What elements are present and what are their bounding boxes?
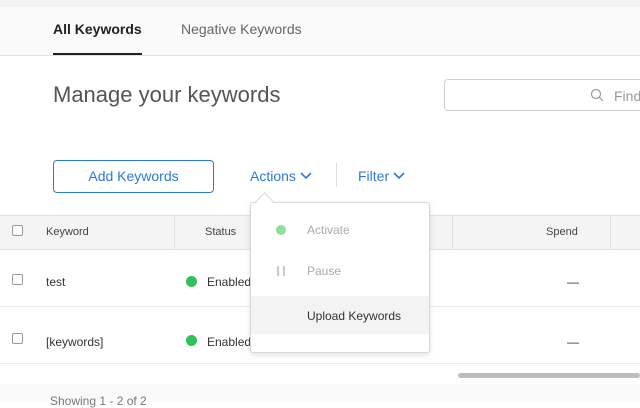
column-header-keyword[interactable]: Keyword <box>46 226 89 238</box>
menu-item-activate[interactable]: Activate <box>251 210 429 248</box>
column-header-spend[interactable]: Spend <box>546 226 578 238</box>
horizontal-scrollbar[interactable] <box>458 373 640 378</box>
tab-all-keywords[interactable]: All Keywords <box>53 21 142 55</box>
chevron-down-icon <box>393 172 405 180</box>
search-icon <box>590 88 604 102</box>
menu-item-label: Pause <box>307 264 342 278</box>
toolbar-divider <box>336 163 337 187</box>
row-checkbox[interactable] <box>12 333 23 344</box>
status-enabled-icon <box>186 276 197 287</box>
tab-negative-keywords[interactable]: Negative Keywords <box>181 21 302 37</box>
top-strip <box>0 0 640 7</box>
menu-item-label: Upload Keywords <box>307 309 402 323</box>
keyword-cell: test <box>46 275 66 289</box>
actions-label: Actions <box>250 168 296 184</box>
row-checkbox[interactable] <box>12 274 23 285</box>
column-divider <box>174 215 175 250</box>
active-dot-icon <box>276 225 286 235</box>
add-keywords-button[interactable]: Add Keywords <box>53 160 214 193</box>
column-divider <box>452 215 453 250</box>
filter-menu-button[interactable]: Filter <box>358 168 405 184</box>
tab-bar: All Keywords Negative Keywords <box>0 7 640 56</box>
pagination-summary: Showing 1 - 2 of 2 <box>50 394 147 408</box>
chevron-down-icon <box>300 172 312 180</box>
search-placeholder: Find <box>614 88 640 104</box>
column-divider <box>610 215 611 250</box>
keyword-cell: [keywords] <box>46 335 104 349</box>
column-header-status[interactable]: Status <box>205 226 236 238</box>
status-enabled-icon <box>186 335 197 346</box>
pause-icon <box>277 266 285 276</box>
actions-menu-button[interactable]: Actions <box>250 168 312 184</box>
select-all-checkbox[interactable] <box>12 225 23 236</box>
spend-cell: — <box>567 275 579 289</box>
filter-label: Filter <box>358 168 390 184</box>
search-input[interactable] <box>444 79 640 111</box>
menu-item-upload-keywords[interactable]: Upload Keywords <box>251 296 429 334</box>
menu-item-label: Activate <box>307 223 350 237</box>
status-cell: Enabled <box>207 335 252 349</box>
spend-cell: — <box>567 335 579 349</box>
status-cell: Enabled <box>207 275 252 289</box>
page-title: Manage your keywords <box>53 82 281 107</box>
menu-item-pause[interactable]: Pause <box>251 251 429 289</box>
